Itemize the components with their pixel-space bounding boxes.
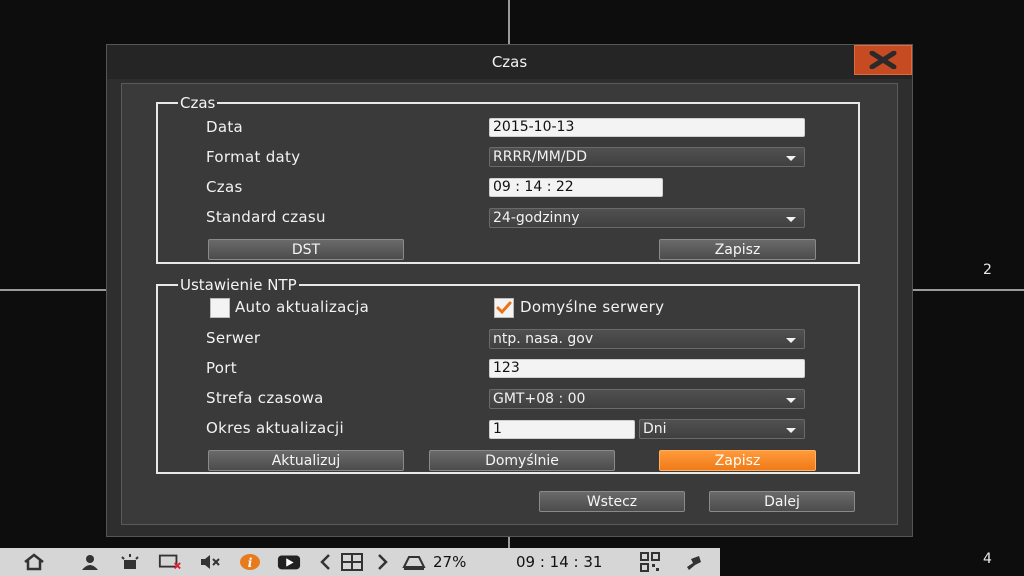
back-button[interactable]: Wstecz <box>539 491 685 512</box>
auto-update-label: Auto aktualizacja <box>235 298 370 316</box>
next-button[interactable]: Dalej <box>709 491 855 512</box>
update-period-unit-value: Dni <box>643 421 667 437</box>
time-standard-value: 24-godzinny <box>493 210 580 226</box>
pin-icon[interactable] <box>682 552 706 572</box>
update-period-field[interactable]: 1 <box>489 420 635 439</box>
czas-save-button[interactable]: Zapisz <box>659 239 816 260</box>
date-format-value: RRRR/MM/DD <box>493 149 588 165</box>
channel-number-4: 4 <box>983 551 992 567</box>
ntp-group-legend: Ustawienie NTP <box>180 276 297 294</box>
home-icon[interactable] <box>22 552 46 572</box>
time-settings-dialog: Czas Czas Data 2015-10-13 Format daty RR… <box>106 44 913 537</box>
taskbar: i 27% 09 : 14 : 31 <box>0 548 720 576</box>
svg-text:i: i <box>248 556 253 570</box>
time-label: Czas <box>206 178 243 196</box>
port-field[interactable]: 123 <box>489 359 805 378</box>
time-field[interactable]: 09 : 14 : 22 <box>489 178 663 197</box>
date-field[interactable]: 2015-10-13 <box>489 118 805 137</box>
default-servers-checkbox[interactable] <box>494 298 514 318</box>
alarm-icon[interactable] <box>118 552 142 572</box>
ntp-save-button[interactable]: Zapisz <box>659 450 816 471</box>
server-label: Serwer <box>206 329 261 347</box>
server-value: ntp. nasa. gov <box>493 331 594 347</box>
close-button[interactable] <box>854 45 912 75</box>
auto-update-checkbox[interactable] <box>210 298 230 318</box>
timezone-label: Strefa czasowa <box>206 389 324 407</box>
chevron-down-icon <box>786 428 796 433</box>
playback-icon[interactable] <box>277 552 301 572</box>
chevron-down-icon <box>786 156 796 161</box>
dialog-titlebar: Czas <box>107 45 912 79</box>
next-icon[interactable] <box>370 552 394 572</box>
qr-code-icon[interactable] <box>638 552 662 572</box>
czas-group-legend: Czas <box>180 94 216 112</box>
chevron-down-icon <box>786 398 796 403</box>
date-label: Data <box>206 118 244 136</box>
chevron-down-icon <box>786 338 796 343</box>
taskbar-clock: 09 : 14 : 31 <box>516 553 603 571</box>
close-icon <box>869 51 897 69</box>
checkmark-icon <box>496 301 512 315</box>
ntp-defaults-button[interactable]: Domyślnie <box>429 450 615 471</box>
previous-icon[interactable] <box>314 552 338 572</box>
user-icon[interactable] <box>78 552 102 572</box>
grid-layout-icon[interactable] <box>340 552 364 572</box>
ntp-update-button[interactable]: Aktualizuj <box>208 450 404 471</box>
dialog-title: Czas <box>491 53 528 71</box>
update-period-unit-select[interactable]: Dni <box>639 419 805 439</box>
time-standard-select[interactable]: 24-godzinny <box>489 208 805 228</box>
chevron-down-icon <box>786 217 796 222</box>
timezone-select[interactable]: GMT+08 : 00 <box>489 389 805 409</box>
hdd-icon <box>402 552 426 572</box>
default-servers-label: Domyślne serwery <box>520 298 665 316</box>
dialog-content: Czas Data 2015-10-13 Format daty RRRR/MM… <box>121 83 898 525</box>
channel-number-2: 2 <box>983 262 992 278</box>
date-format-select[interactable]: RRRR/MM/DD <box>489 147 805 167</box>
hdd-usage: 27% <box>433 553 467 571</box>
update-period-label: Okres aktualizacji <box>206 419 344 437</box>
mute-icon[interactable] <box>198 552 222 572</box>
server-select[interactable]: ntp. nasa. gov <box>489 329 805 349</box>
info-icon[interactable]: i <box>238 552 262 572</box>
port-label: Port <box>206 359 237 377</box>
time-standard-label: Standard czasu <box>206 208 326 226</box>
dst-button[interactable]: DST <box>208 239 404 260</box>
timezone-value: GMT+08 : 00 <box>493 391 586 407</box>
display-off-icon[interactable] <box>158 552 182 572</box>
date-format-label: Format daty <box>206 148 301 166</box>
